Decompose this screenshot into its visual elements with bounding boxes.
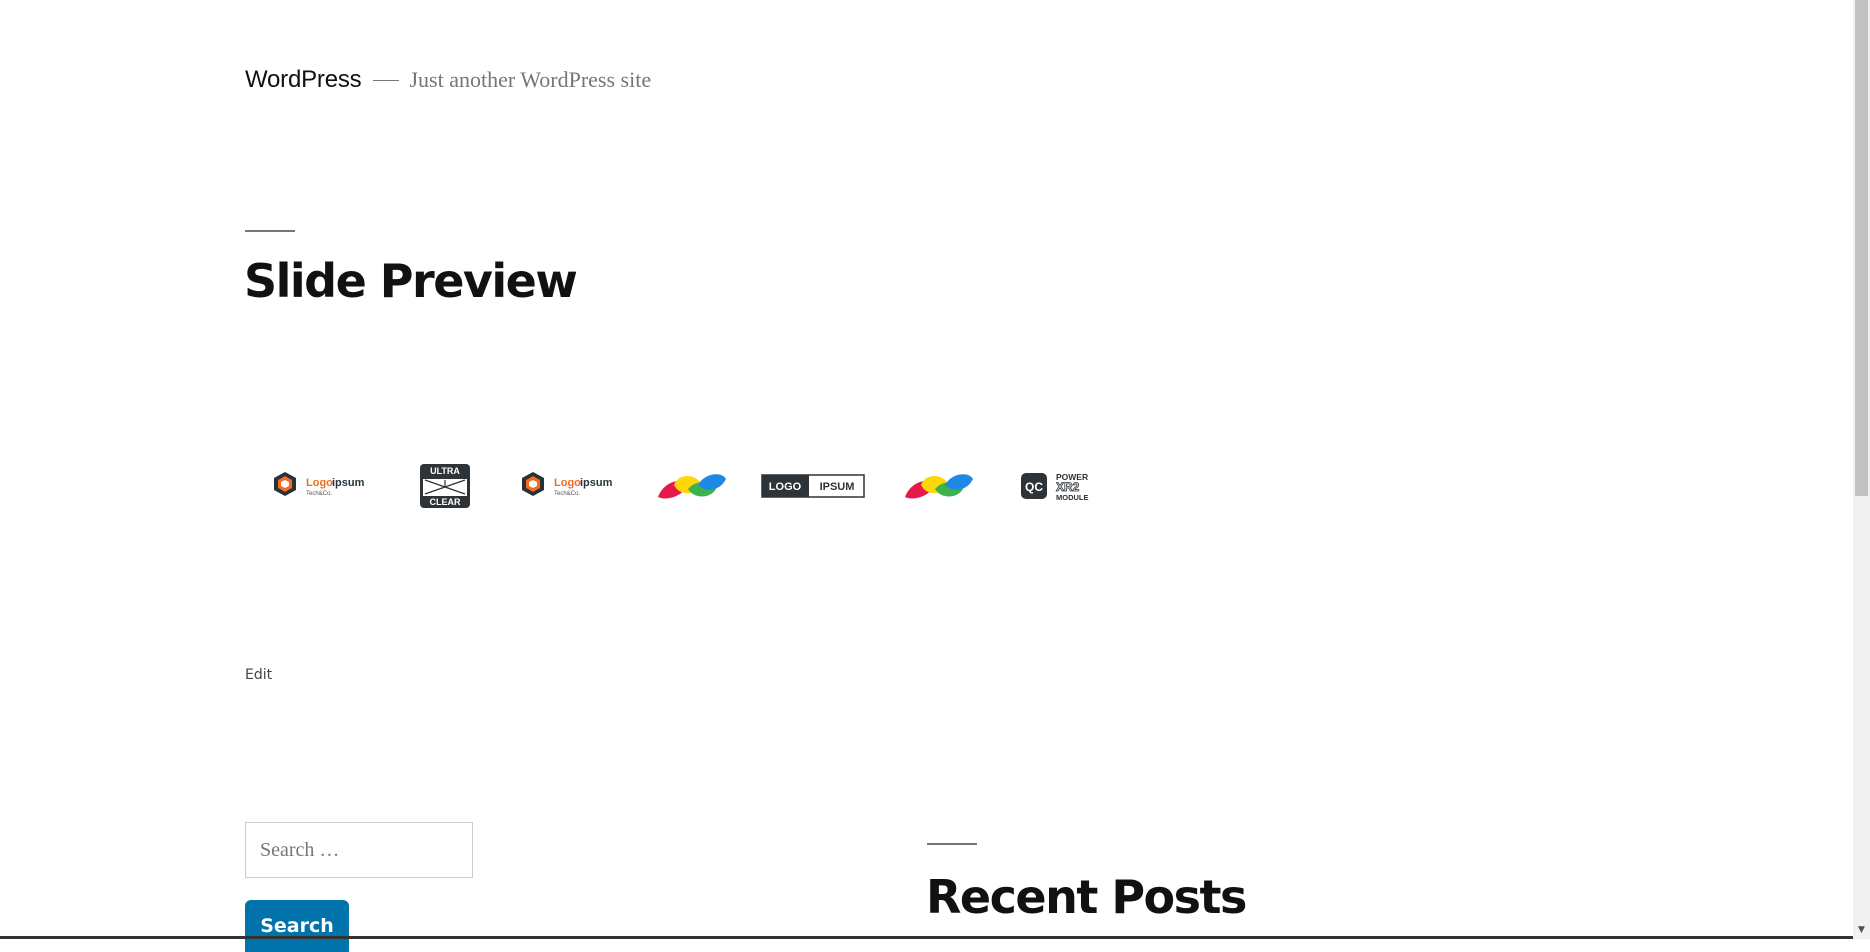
logo-text-ipsum: ipsum — [332, 477, 365, 489]
logo-text-module: MODULE — [1056, 493, 1089, 502]
logo-text-sub: Tech&Co. — [306, 491, 332, 497]
logo-text-logo: Logo — [554, 477, 581, 489]
site-description: Just another WordPress site — [409, 67, 652, 92]
title-divider — [245, 230, 295, 232]
colorful-leaves-logo — [656, 460, 726, 512]
page: WordPress Just another WordPress site Sl… — [0, 0, 1853, 952]
logo-text-logo-boxed: LOGO — [769, 481, 802, 493]
logo-text-ipsum: ipsum — [580, 477, 613, 489]
qc-power-module-logo: QC POWER XR2 MODULE — [1020, 460, 1104, 512]
edit-link[interactable]: Edit — [245, 667, 272, 683]
title-separator — [373, 80, 400, 81]
logo-text-ipsum-boxed: IPSUM — [820, 481, 855, 493]
vertical-scrollbar[interactable]: ▼ — [1853, 0, 1870, 939]
logo-text-ultra: ULTRA — [430, 466, 460, 476]
logoipsum-hexagon-logo: Logo ipsum Tech&Co. — [270, 460, 372, 512]
recent-posts-title: Recent Posts — [926, 870, 1247, 924]
scroll-down-arrow-icon[interactable]: ▼ — [1853, 923, 1870, 937]
logo-text-logo: Logo — [306, 477, 333, 489]
logo-text-xr2: XR2 — [1056, 480, 1080, 494]
search-input[interactable] — [245, 822, 473, 878]
search-button[interactable]: Search — [245, 900, 349, 952]
ultra-clear-logo: ULTRA CLEAR — [419, 460, 471, 512]
widget-title-divider — [927, 843, 977, 845]
page-title: Slide Preview — [244, 254, 578, 308]
scrollbar-thumb[interactable] — [1855, 0, 1868, 496]
colorful-leaves-logo — [903, 460, 973, 512]
logo-text-sub: Tech&Co. — [554, 491, 580, 497]
site-title-link[interactable]: WordPress — [245, 66, 362, 94]
logo-text-clear: CLEAR — [430, 497, 461, 507]
logo-text-qc: QC — [1025, 480, 1043, 494]
logo-slider[interactable]: Logo ipsum Tech&Co. ULTRA CLEAR Logo ips… — [270, 460, 1104, 512]
site-branding: WordPress Just another WordPress site — [245, 66, 651, 94]
logoipsum-hexagon-logo: Logo ipsum Tech&Co. — [518, 460, 620, 512]
logo-ipsum-boxed-logo: LOGO IPSUM — [761, 460, 865, 512]
